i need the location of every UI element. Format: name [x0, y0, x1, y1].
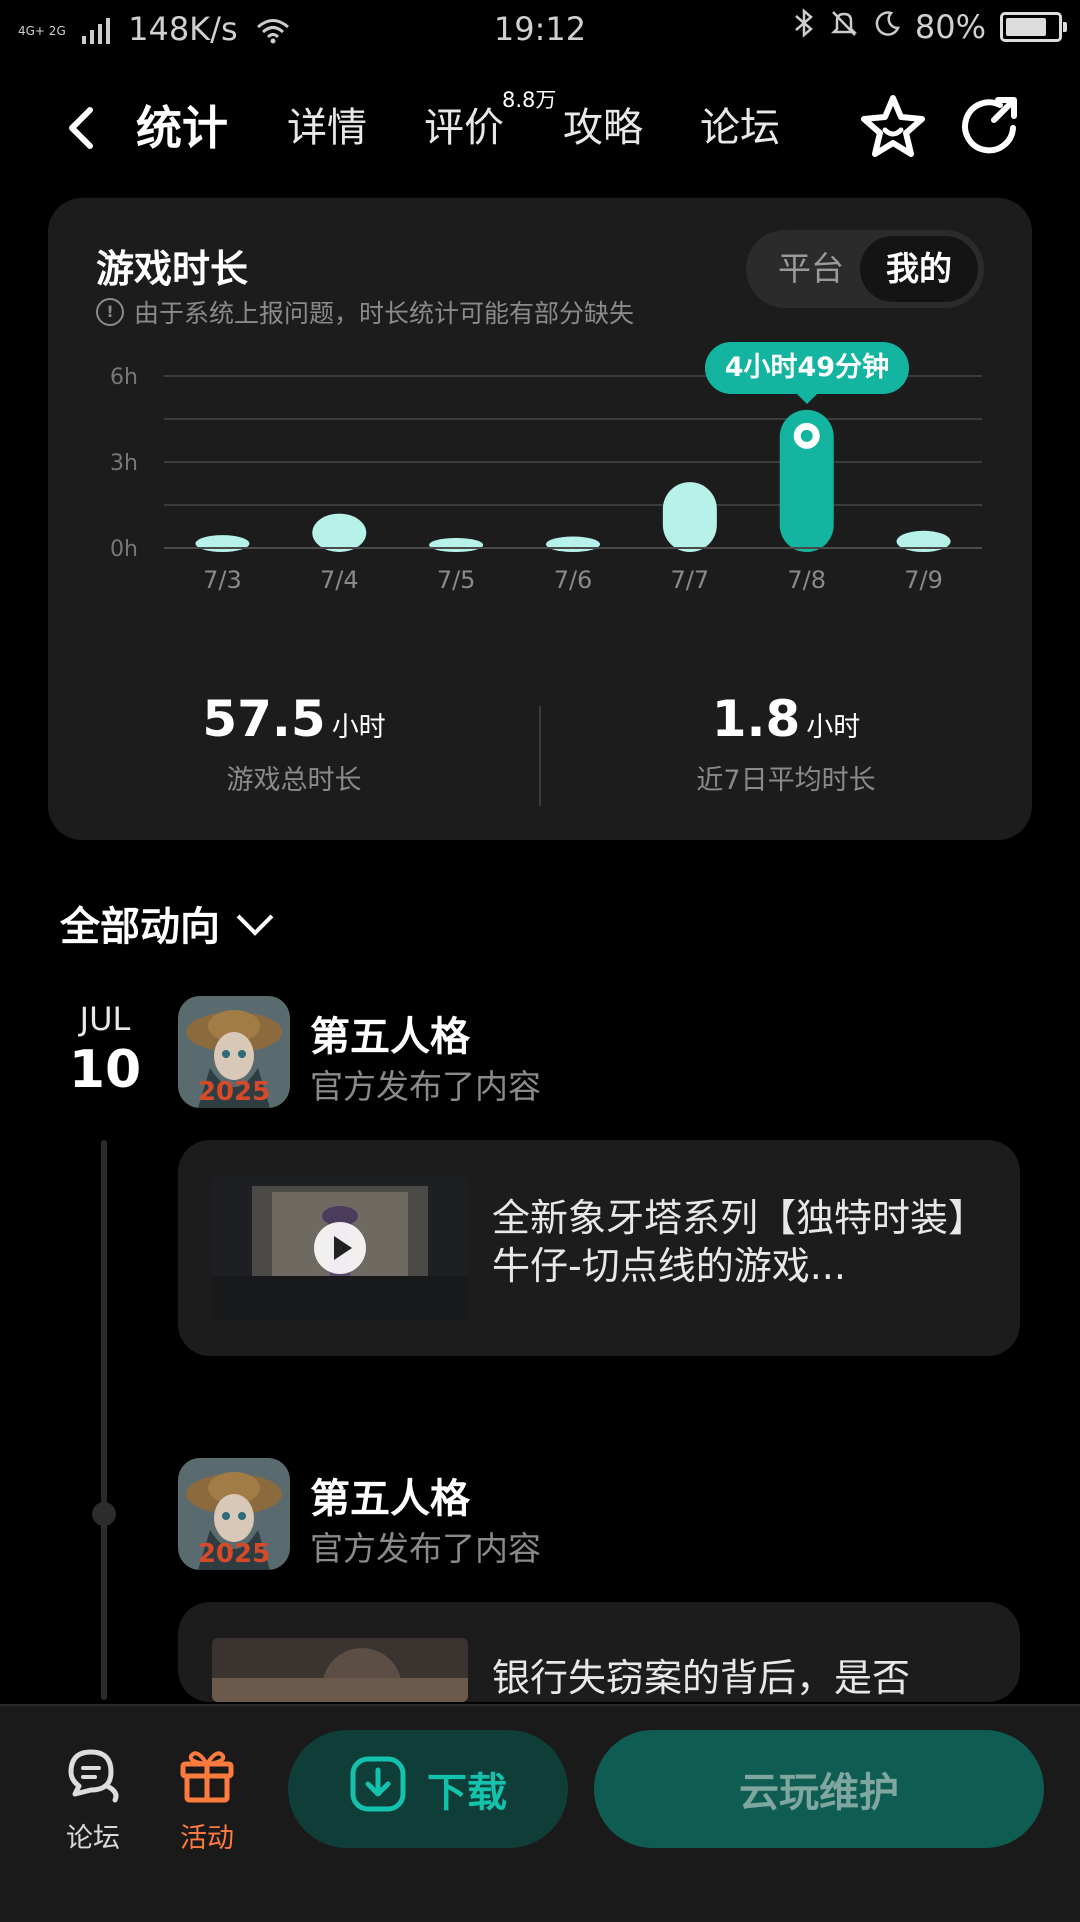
x-tick-label: 7/9: [904, 566, 943, 594]
cloud-play-label: 云玩维护: [739, 1770, 899, 1816]
bar: [312, 513, 367, 552]
post-title: 全新象牙塔系列【独特时装】牛仔-切点线的游戏...: [492, 1196, 968, 1288]
total-playtime-unit: 小时: [331, 712, 386, 743]
tab-forum[interactable]: 论坛: [700, 90, 780, 166]
tab-reviews[interactable]: 评价: [424, 90, 504, 166]
bar: [429, 537, 484, 552]
game-icon[interactable]: 2025: [178, 1458, 290, 1570]
post-thumbnail[interactable]: [212, 1638, 468, 1702]
back-arrow-icon[interactable]: [60, 98, 104, 158]
highlight-marker-center: [800, 429, 813, 442]
feed-subtitle: 官方发布了内容: [310, 1529, 541, 1568]
y-tick-label: 0h: [110, 537, 138, 562]
mute-bell-icon: [829, 8, 859, 46]
download-icon: [349, 1755, 407, 1823]
x-tick-label: 7/3: [203, 566, 242, 594]
average-playtime-unit: 小时: [806, 712, 861, 743]
playtime-bar-chart: 0h 3h 6h 7/3 7/4 7/5 7/6 7/7 7/8 7/9: [110, 365, 982, 594]
favorite-star-icon[interactable]: [858, 92, 928, 162]
bar: [195, 535, 250, 552]
tab-label: 评价: [424, 105, 504, 151]
total-playtime: 57.5 小时 游戏总时长: [48, 690, 540, 797]
tab-stats[interactable]: 统计: [132, 90, 232, 166]
reviews-count-badge: 8.8万: [502, 88, 557, 112]
svg-text:2025: 2025: [198, 1077, 270, 1107]
post-card[interactable]: 全新象牙塔系列【独特时装】牛仔-切点线的游戏...: [178, 1140, 1020, 1356]
bluetooth-icon: [793, 8, 815, 46]
x-tick-label: 7/5: [437, 566, 476, 594]
toggle-platform[interactable]: 平台: [752, 236, 870, 302]
highlight-tooltip: 4小时49分钟: [704, 341, 910, 404]
date-day: 10: [68, 1040, 142, 1100]
feed-subtitle: 官方发布了内容: [310, 1067, 541, 1106]
toggle-mine[interactable]: 我的: [860, 236, 978, 302]
x-tick-label: 7/6: [554, 566, 593, 594]
tab-label: 论坛: [700, 105, 780, 151]
play-icon[interactable]: [314, 1222, 366, 1274]
playtime-card: 游戏时长 ! 由于系统上报问题，时长统计可能有部分缺失 平台 我的 0h 3h 6h…: [48, 198, 1032, 840]
average-playtime-value: 1.8: [711, 690, 801, 748]
tab-guides[interactable]: 攻略: [563, 90, 643, 166]
total-playtime-value: 57.5: [202, 690, 326, 748]
battery-icon: [1000, 12, 1067, 42]
card-title: 游戏时长: [96, 247, 249, 291]
download-label: 下载: [427, 1770, 507, 1816]
forum-button-label: 论坛: [66, 1823, 120, 1854]
video-thumbnail[interactable]: [212, 1176, 468, 1320]
gift-icon: [175, 1742, 239, 1806]
bar: [546, 536, 600, 552]
tab-label: 详情: [287, 105, 367, 151]
info-icon: !: [96, 298, 124, 326]
activity-button-label: 活动: [180, 1823, 234, 1854]
tab-details[interactable]: 详情: [287, 90, 367, 166]
x-tick-label: 7/4: [320, 566, 359, 594]
x-tick-label: 7/8: [787, 566, 826, 594]
forum-button[interactable]: 论坛: [38, 1742, 148, 1855]
status-bar: 4G+ 2G 148K/s 19:12 80%: [0, 0, 1080, 58]
battery-percent: 80%: [914, 8, 986, 46]
card-note: ! 由于系统上报问题，时长统计可能有部分缺失: [96, 294, 634, 330]
game-icon[interactable]: 2025: [178, 996, 290, 1108]
total-playtime-label: 游戏总时长: [226, 765, 362, 796]
share-icon[interactable]: [956, 92, 1026, 162]
feed-game-name[interactable]: 第五人格: [310, 1466, 470, 1524]
timeline-dot: [92, 1502, 116, 1526]
y-tick-label: 3h: [110, 451, 138, 476]
chevron-down-icon: [236, 898, 274, 936]
timeline-line: [101, 1140, 107, 1700]
moon-icon: [873, 8, 901, 46]
date-month: JUL: [79, 1000, 131, 1038]
cloud-play-button[interactable]: 云玩维护: [594, 1730, 1044, 1848]
post-card[interactable]: 银行失窃案的背后，是否: [178, 1602, 1020, 1702]
tab-label: 攻略: [563, 105, 643, 151]
x-tick-label: 7/7: [671, 566, 710, 594]
card-note-text: 由于系统上报问题，时长统计可能有部分缺失: [134, 299, 635, 328]
top-nav: 统计 详情 评价 8.8万 攻略 论坛: [0, 88, 1080, 166]
feed-game-name[interactable]: 第五人格: [310, 1004, 470, 1062]
tab-label: 统计: [136, 101, 228, 155]
activity-filter-label: 全部动向: [60, 904, 220, 950]
forum-chat-icon: [61, 1742, 125, 1806]
svg-text:2025: 2025: [198, 1539, 270, 1569]
download-button[interactable]: 下载: [288, 1730, 568, 1848]
activity-filter[interactable]: 全部动向: [60, 894, 274, 952]
activity-button[interactable]: 活动: [152, 1742, 262, 1855]
bar: [662, 482, 717, 552]
average-playtime: 1.8 小时 近7日平均时长: [540, 690, 1032, 797]
y-tick-label: 6h: [110, 365, 138, 390]
status-right: 80%: [793, 8, 1067, 46]
post-title: 银行失窃案的背后，是否: [492, 1656, 911, 1700]
scope-toggle: 平台 我的: [746, 230, 984, 308]
average-playtime-label: 近7日平均时长: [696, 765, 876, 796]
bottom-action-bar: 论坛 活动 下载 云玩维护: [0, 1704, 1080, 1922]
